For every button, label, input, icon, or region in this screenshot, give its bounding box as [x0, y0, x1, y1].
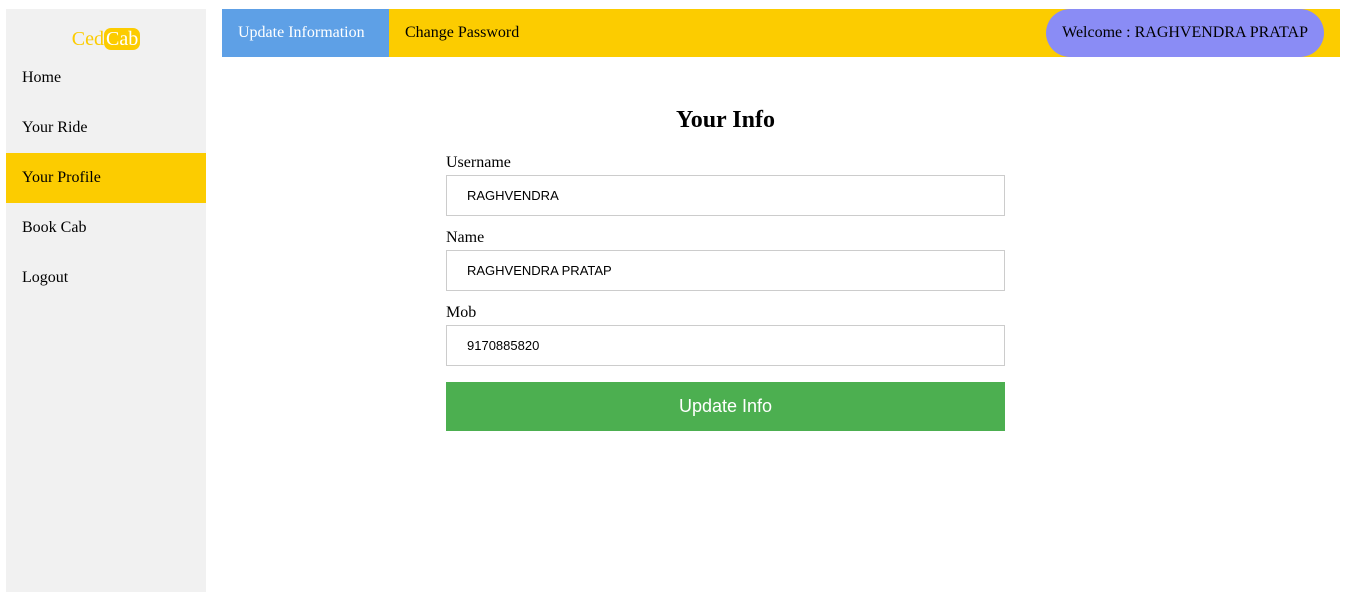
username-label: Username: [446, 154, 511, 171]
logo-text-ced: Ced: [71, 28, 104, 50]
update-info-button[interactable]: Update Info: [446, 382, 1005, 431]
mob-field[interactable]: [446, 325, 1005, 366]
tab-change-password[interactable]: Change Password: [389, 9, 535, 57]
name-field[interactable]: [446, 250, 1005, 291]
welcome-badge: Welcome : RAGHVENDRA PRATAP: [1046, 9, 1324, 57]
sidebar-item-logout[interactable]: Logout: [6, 253, 206, 303]
top-nav-bar: Update Information Change Password Welco…: [222, 9, 1340, 57]
sidebar-item-book-cab[interactable]: Book Cab: [6, 203, 206, 253]
name-label: Name: [446, 229, 485, 246]
sidebar: Ced Cab Home Your Ride Your Profile Book …: [6, 9, 206, 592]
logo-text-cab: Cab: [104, 28, 141, 50]
profile-form: Your Info Username Name Mob Update Info: [446, 100, 1005, 431]
sidebar-nav: Home Your Ride Your Profile Book Cab Log…: [6, 53, 206, 303]
tab-update-information[interactable]: Update Information: [222, 9, 389, 57]
page-title: Your Info: [676, 107, 775, 133]
sidebar-item-home[interactable]: Home: [6, 53, 206, 103]
sidebar-item-your-ride[interactable]: Your Ride: [6, 103, 206, 153]
mob-label: Mob: [446, 304, 477, 321]
username-field[interactable]: [446, 175, 1005, 216]
cedcab-logo[interactable]: Ced Cab: [6, 26, 206, 52]
sidebar-item-your-profile[interactable]: Your Profile: [6, 153, 206, 203]
